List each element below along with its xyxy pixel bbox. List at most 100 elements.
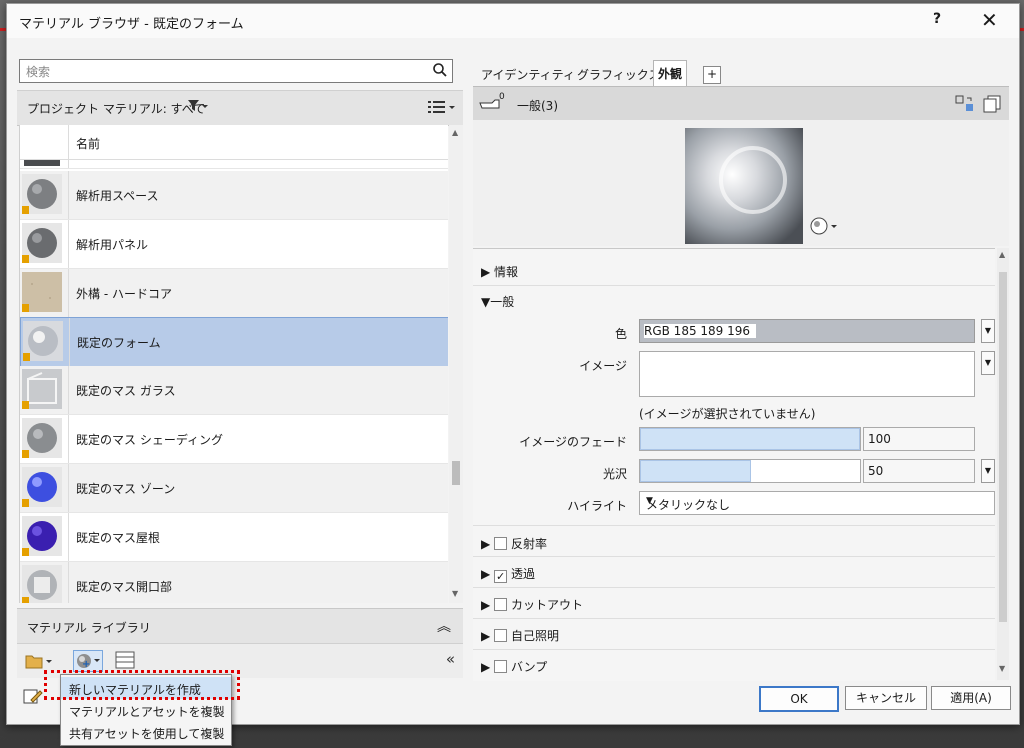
highlight-select[interactable]: メタリックなし ▼ (639, 491, 995, 515)
material-name: 既定のフォーム (77, 336, 161, 350)
list-item[interactable]: 解析用スペース (20, 171, 448, 220)
tab-bar: アイデンティティ グラフィックス 外観 + (473, 58, 1009, 87)
color-dropdown-button[interactable]: ▼ (981, 319, 995, 343)
section-cutout-label: カットアウト (511, 598, 584, 612)
cutout-checkbox[interactable] (494, 598, 508, 611)
section-self-illumination[interactable]: ▶ 自己照明 (481, 627, 559, 644)
view-options-icon[interactable] (427, 99, 457, 118)
preview-options-icon[interactable] (809, 216, 839, 239)
collapse-left-icon[interactable]: « (446, 650, 455, 668)
list-item[interactable]: 既定のマス ガラス (20, 366, 448, 415)
replace-asset-icon[interactable] (955, 95, 975, 116)
material-thumbnail (22, 516, 62, 556)
list-item[interactable]: 既定のマス開口部 (20, 562, 448, 603)
material-thumbnail (24, 160, 60, 166)
menu-item-duplicate-shared-asset[interactable]: 共有アセットを使用して複製 (61, 721, 231, 743)
list-item-selected[interactable]: 既定のフォーム (20, 317, 448, 367)
section-transparency[interactable]: ▶ ✓ 透過 (481, 565, 535, 583)
section-general[interactable]: ▼一般 (481, 293, 514, 310)
material-name: 解析用パネル (76, 238, 149, 252)
asset-badge-icon (22, 450, 29, 458)
scroll-down-icon[interactable]: ▼ (999, 664, 1005, 673)
list-header: 名前 (20, 125, 448, 160)
tab-identity[interactable]: アイデンティティ (477, 64, 579, 86)
divider (473, 649, 995, 650)
chevron-down-icon: ▼ (646, 496, 653, 506)
asset-name: 一般(3) (517, 99, 558, 113)
asset-bar: 0 一般(3) (473, 86, 1009, 121)
filter-icon[interactable] (187, 99, 209, 116)
section-info[interactable]: ▶ 情報 (481, 263, 518, 280)
close-button[interactable]: ✕ (981, 8, 998, 32)
section-bump[interactable]: ▶ バンプ (481, 658, 547, 675)
svg-text:+: + (82, 659, 90, 670)
list-item[interactable]: 解析用パネル (20, 220, 448, 269)
color-label: 色 (614, 327, 627, 341)
material-thumbnail (22, 272, 62, 312)
gloss-dropdown-button[interactable]: ▼ (981, 459, 995, 483)
column-divider (68, 415, 69, 463)
reflectivity-checkbox[interactable] (494, 537, 508, 550)
asset-badge-icon (22, 597, 29, 603)
image-slot[interactable] (639, 351, 975, 397)
material-library-bar: マテリアル ライブラリ ︽ (17, 608, 463, 643)
color-value: RGB 185 189 196 (644, 324, 757, 338)
divider (473, 525, 995, 526)
column-divider (68, 366, 69, 414)
name-column-header[interactable]: 名前 (76, 135, 100, 152)
asset-badge-icon (22, 499, 29, 507)
list-item[interactable]: 外構 - ハードコア (20, 269, 448, 318)
scroll-up-icon[interactable]: ▲ (999, 250, 1005, 259)
ok-button[interactable]: OK (759, 686, 839, 712)
apply-button[interactable]: 適用(A) (931, 686, 1011, 710)
add-tab-button[interactable]: + (703, 66, 721, 84)
scrollbar-thumb[interactable] (452, 461, 460, 485)
scroll-down-icon[interactable]: ▼ (452, 589, 458, 598)
duplicate-asset-icon[interactable] (983, 95, 1003, 116)
preview-image (685, 128, 803, 244)
image-fade-slider[interactable] (639, 427, 861, 451)
transparency-checkbox[interactable]: ✓ (494, 570, 508, 583)
create-material-button[interactable]: + (73, 650, 103, 672)
asset-badge-icon (22, 304, 29, 312)
section-cutout[interactable]: ▶ カットアウト (481, 596, 583, 613)
menu-item-duplicate-material-and-asset[interactable]: マテリアルとアセットを複製 (61, 699, 231, 721)
help-button[interactable]: ? (933, 11, 941, 27)
list-item[interactable]: 既定のマス ゾーン (20, 464, 448, 513)
cancel-button[interactable]: キャンセル (845, 686, 927, 710)
edit-icon[interactable] (23, 688, 43, 709)
material-name: 外構 - ハードコア (76, 287, 172, 301)
asset-badge-icon (22, 255, 29, 263)
material-name: 既定のマス ガラス (76, 384, 176, 398)
gloss-label: 光沢 (602, 467, 627, 481)
chevron-double-up-icon[interactable]: ︽ (437, 616, 451, 636)
color-swatch[interactable]: RGB 185 189 196 (639, 319, 975, 343)
properties-scrollbar[interactable]: ▲ ▼ (997, 248, 1009, 680)
list-item[interactable]: 既定のマス シェーディング (20, 415, 448, 464)
library-panel-icon[interactable] (115, 651, 135, 672)
search-input[interactable]: 検索 (19, 59, 453, 83)
gloss-value: 50 (868, 464, 884, 478)
scrollbar-thumb[interactable] (999, 272, 1007, 622)
material-thumbnail (22, 565, 62, 603)
tab-appearance[interactable]: 外観 (653, 60, 688, 87)
list-scrollbar[interactable]: ▲ ▼ (449, 125, 463, 603)
self-illumination-checkbox[interactable] (494, 629, 508, 642)
list-item[interactable]: 既定のマス屋根 (20, 513, 448, 562)
gloss-slider-fill (640, 460, 751, 482)
bump-checkbox[interactable] (494, 660, 508, 673)
section-transparency-label: 透過 (511, 567, 536, 581)
material-thumbnail (22, 369, 62, 409)
asset-badge-icon (23, 353, 30, 361)
image-dropdown-button[interactable]: ▼ (981, 351, 995, 375)
search-icon[interactable] (432, 62, 448, 78)
tab-graphics[interactable]: グラフィックス (573, 64, 664, 86)
search-placeholder: 検索 (26, 65, 51, 79)
image-fade-value: 100 (868, 432, 891, 446)
scroll-up-icon[interactable]: ▲ (452, 128, 458, 137)
callout-highlight (44, 670, 240, 700)
gloss-value-field[interactable]: 50 (863, 459, 975, 483)
section-reflectivity[interactable]: ▶ 反射率 (481, 535, 547, 552)
image-fade-value-field[interactable]: 100 (863, 427, 975, 451)
gloss-slider[interactable] (639, 459, 861, 483)
